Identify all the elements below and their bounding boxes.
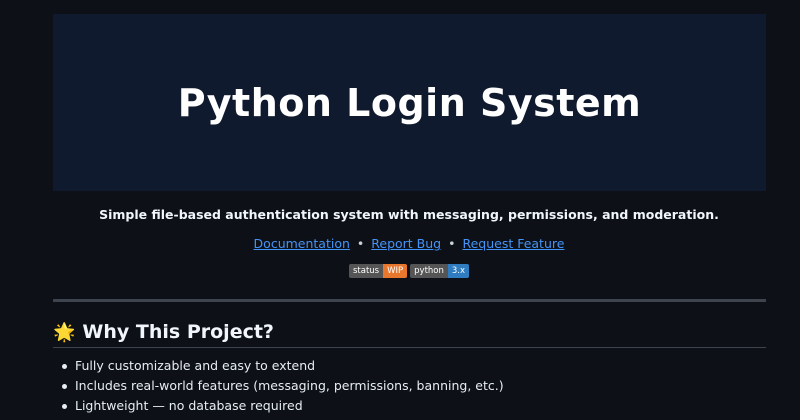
- report-bug-link[interactable]: Report Bug: [371, 236, 441, 251]
- project-tagline: Simple file-based authentication system …: [99, 207, 719, 222]
- section-heading-text: Why This Project?: [82, 321, 274, 343]
- badge-row: status WIP python 3.x: [0, 264, 800, 278]
- list-item: Includes real-world features (messaging,…: [62, 376, 504, 396]
- horizontal-divider: [53, 299, 766, 302]
- section-heading: 🌟 Why This Project?: [53, 317, 766, 348]
- readme-page: Python Login System Simple file-based au…: [0, 0, 800, 420]
- status-badge[interactable]: status WIP: [348, 264, 408, 278]
- link-separator: •: [356, 236, 365, 251]
- badge-value: WIP: [383, 264, 408, 278]
- python-version-badge[interactable]: python 3.x: [410, 264, 470, 278]
- list-item: Lightweight — no database required: [62, 396, 504, 416]
- request-feature-link[interactable]: Request Feature: [462, 236, 564, 251]
- badge-label: python: [410, 264, 448, 278]
- list-item: Fully customizable and easy to extend: [62, 356, 504, 376]
- star-icon: 🌟: [53, 321, 76, 343]
- quick-links: Documentation • Report Bug • Request Fea…: [0, 236, 800, 251]
- documentation-link[interactable]: Documentation: [254, 236, 350, 251]
- banner-title: Python Login System: [177, 80, 642, 125]
- badge-value: 3.x: [447, 264, 470, 278]
- badge-label: status: [348, 264, 384, 278]
- header-banner: Python Login System: [53, 14, 766, 191]
- feature-list: Fully customizable and easy to extend In…: [53, 356, 504, 416]
- link-separator: •: [448, 236, 456, 251]
